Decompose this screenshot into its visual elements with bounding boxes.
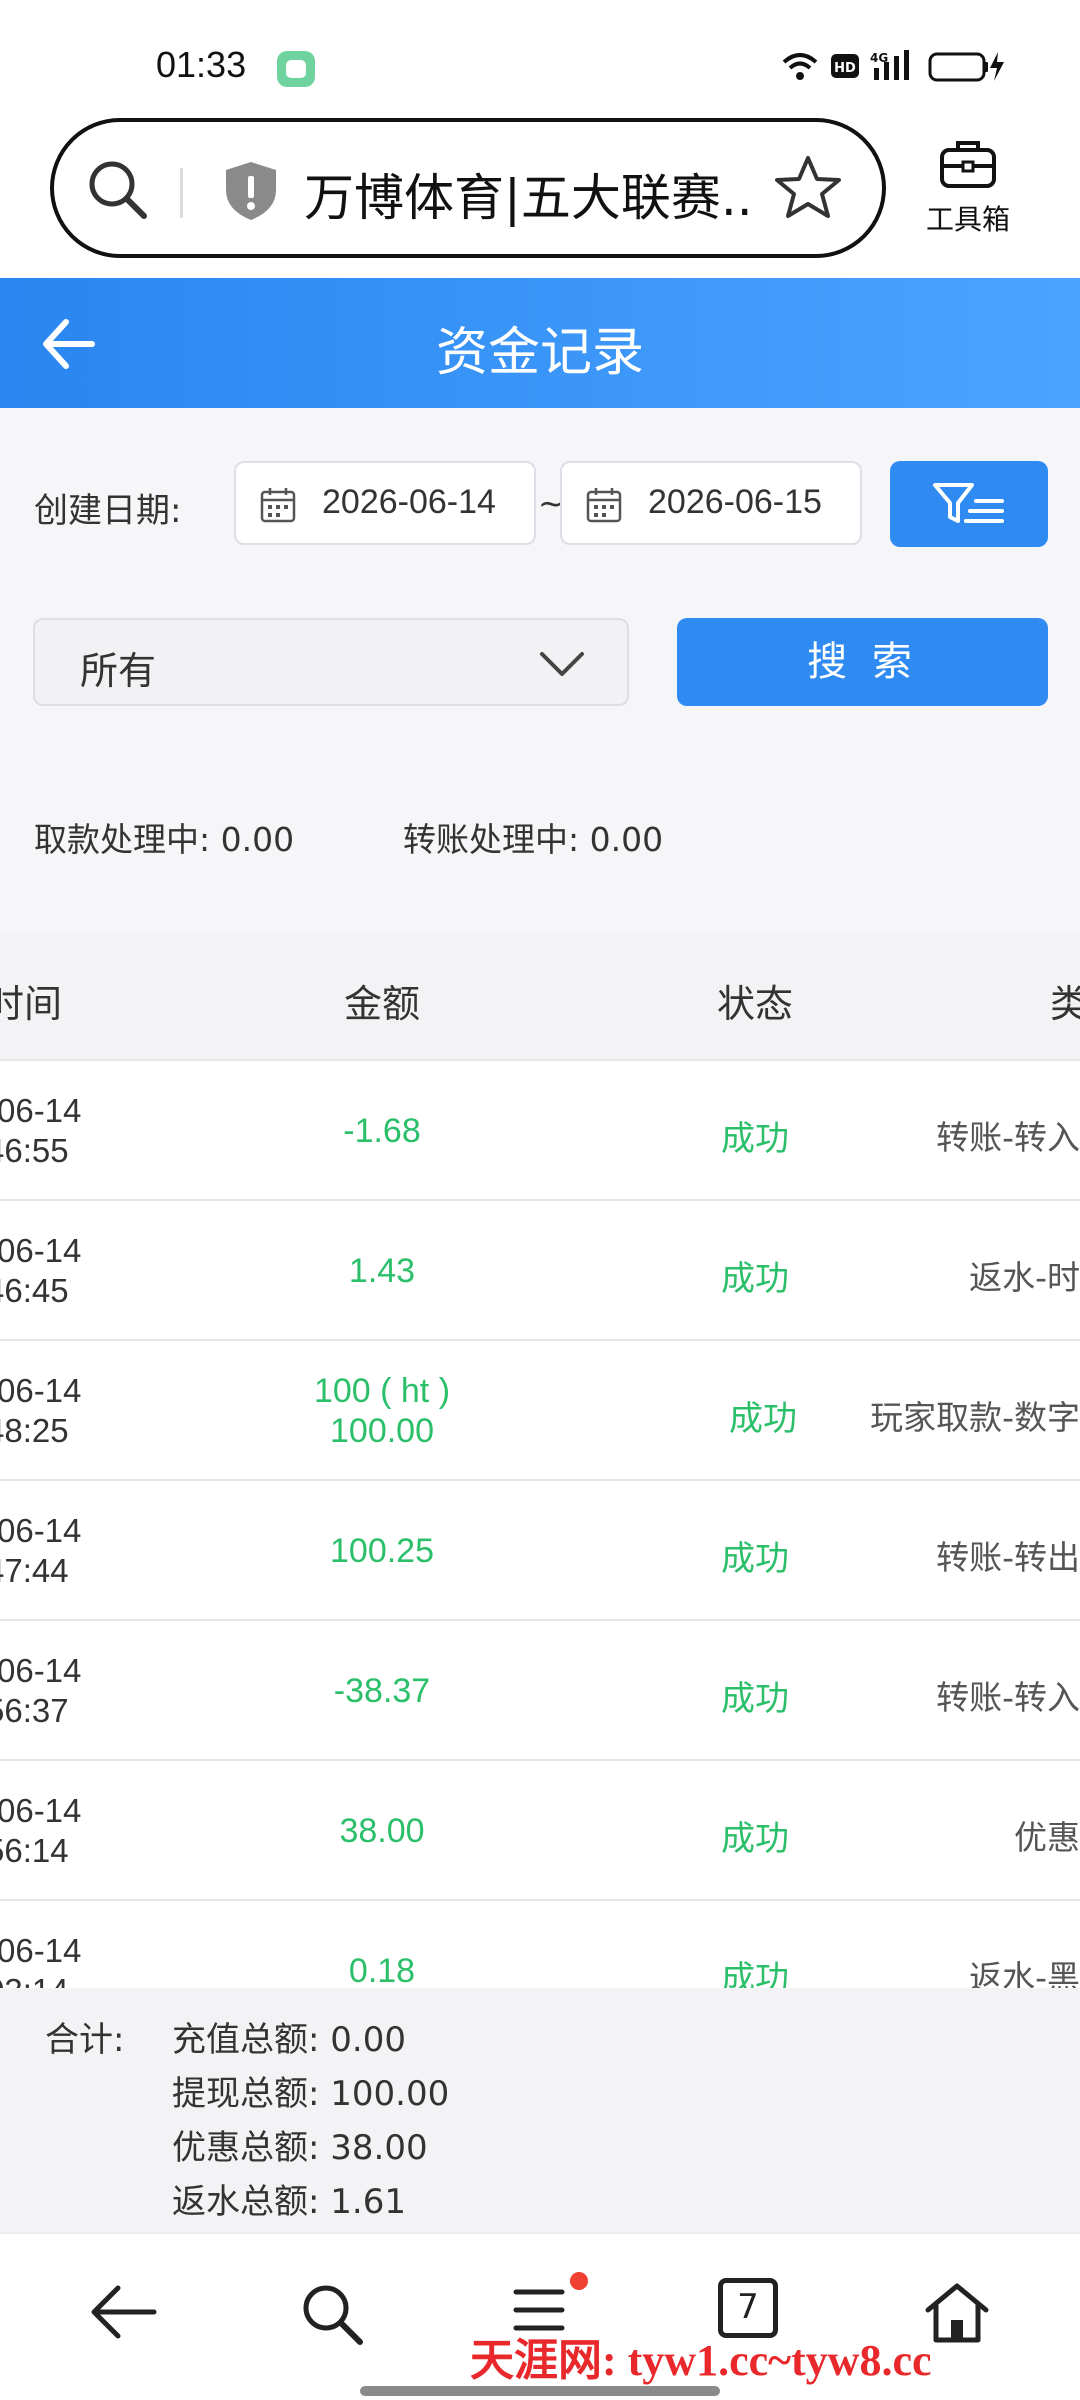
search-button[interactable]: 搜 索 [677,618,1048,706]
totals-label: 合计: [45,2020,125,2060]
star-icon[interactable] [772,152,844,224]
type-cell: 返水-黑 [969,1958,1080,1988]
amount-cell: -1.68 [343,1112,421,1150]
table-row[interactable]: -06-1447:44 100.25 成功 转账-转出 [0,1481,1080,1621]
filter-button[interactable] [890,461,1048,547]
search-icon[interactable] [84,156,154,226]
status-time: 01:33 [156,44,247,85]
calendar-icon [586,488,622,523]
end-date-value: 2026-06-15 [648,483,822,521]
amount-cell: 100.25 [330,1532,434,1570]
type-cell: 转账-转入 [936,1678,1080,1717]
search-icon[interactable] [298,2280,368,2350]
table-row[interactable]: -06-1448:25 100 ( ht )100.00 成功 玩家取款-数字 [0,1341,1080,1481]
type-cell: 优惠 [1014,1818,1080,1857]
start-date-picker[interactable]: 2026-06-14 [234,461,536,545]
address-bar[interactable]: 万博体育|五大联赛... [50,118,886,258]
totals-panel: 合计: 充值总额: 0.00 提现总额: 100.00 优惠总额: 38.00 … [0,1988,1080,2232]
gesture-home-bar[interactable] [360,2386,720,2396]
end-date-picker[interactable]: 2026-06-15 [560,461,862,545]
time-cell: -06-1446:55 [0,1092,82,1169]
time-cell: -06-1456:37 [0,1652,82,1729]
status-cell: 成功 [721,1959,789,1988]
amount-cell: 0.18 [348,1952,416,1988]
amount-cell: 38.00 [339,1812,425,1850]
promo-total: 优惠总额: 38.00 [172,2128,428,2168]
page-header: 资金记录 [0,278,1080,408]
type-cell: 转账-转入 [936,1118,1080,1157]
time-cell: -06-1447:44 [0,1512,82,1589]
amount-cell: 100 ( ht ) 100.00 [313,1372,451,1450]
withdraw-processing: 取款处理中: 0.00 [34,820,295,859]
table-row[interactable]: -06-1403:14 0.18 成功 返水-黑 [0,1901,1080,1988]
chevron-down-icon [540,652,584,676]
watermark-text: 天涯网: tyw1.cc~tyw8.cc [470,2336,932,2385]
status-icons: HD 4G [780,48,1008,84]
home-icon[interactable] [922,2280,992,2346]
time-cell: -06-1456:14 [0,1792,82,1869]
type-select[interactable]: 所有 [33,618,629,706]
browser-toolbar: 万博体育|五大联赛... 工具箱 [0,110,1080,278]
svg-text:HD: HD [834,61,856,76]
status-cell: 成功 [721,1679,789,1719]
start-date-value: 2026-06-14 [322,483,496,521]
filter-panel: 创建日期: 2026-06-14 ~ 2026-06-15 所有 搜 索 取款处… [0,408,1080,933]
status-cell: 成功 [721,1259,789,1299]
withdraw-total: 提现总额: 100.00 [172,2074,450,2114]
type-cell: 返水-时 [969,1258,1080,1297]
status-cell: 成功 [721,1119,789,1159]
table-row[interactable]: -06-1446:45 1.43 成功 返水-时 [0,1201,1080,1341]
transfer-processing: 转账处理中: 0.00 [403,820,664,859]
table-row[interactable]: -06-1446:55 -1.68 成功 转账-转入 [0,1061,1080,1201]
hd-icon: HD [831,54,859,78]
toolbox-icon [940,141,996,188]
column-header-time: 时间 [0,982,63,1026]
deposit-total: 充值总额: 0.00 [172,2020,406,2060]
toolbox-label: 工具箱 [925,203,1010,236]
app-notification-icon [277,51,315,87]
address-divider [180,168,183,218]
column-header-amount: 金额 [344,982,421,1026]
wifi-icon [782,53,818,80]
status-cell: 成功 [729,1399,797,1439]
column-header-type: 类 [1050,982,1080,1026]
status-cell: 成功 [721,1819,789,1859]
page-url-title[interactable]: 万博体育|五大联赛... [304,158,754,230]
amount-cell: -38.37 [333,1672,431,1710]
date-label: 创建日期: [34,491,182,531]
browser-bottom-nav: 7 天涯网: tyw1.cc~tyw8.cc [0,2232,1080,2400]
time-cell: -06-1403:14 [0,1932,82,1988]
table-row[interactable]: -06-1456:37 -38.37 成功 转账-转入 [0,1621,1080,1761]
status-cell: 成功 [721,1539,789,1579]
amount-cell: 1.43 [348,1252,416,1290]
type-select-value: 所有 [80,649,157,693]
type-cell: 转账-转出 [936,1538,1080,1577]
filter-icon [933,483,1004,523]
toolbox-button[interactable]: 工具箱 [918,138,1018,238]
column-header-status: 状态 [717,982,794,1026]
type-cell: 玩家取款-数字 [870,1398,1080,1437]
time-cell: -06-1448:25 [0,1372,82,1449]
signal-icon: 4G [870,50,909,80]
calendar-icon [260,488,296,523]
rebate-total: 返水总额: 1.61 [172,2182,406,2222]
time-cell: -06-1446:45 [0,1232,82,1309]
notification-dot [570,2272,588,2290]
page-title: 资金记录 [435,323,644,383]
shield-icon[interactable] [222,160,280,222]
status-bar: 01:33 HD 4G [0,0,1080,110]
table-header: 时间 金额 状态 类 [0,933,1080,1061]
table-row[interactable]: -06-1456:14 38.00 成功 优惠 [0,1761,1080,1901]
records-table[interactable]: 时间 金额 状态 类 -06-1446:55 -1.68 成功 转账-转入 -0… [0,933,1080,1988]
back-icon[interactable] [88,2280,160,2344]
battery-icon [928,52,1004,82]
